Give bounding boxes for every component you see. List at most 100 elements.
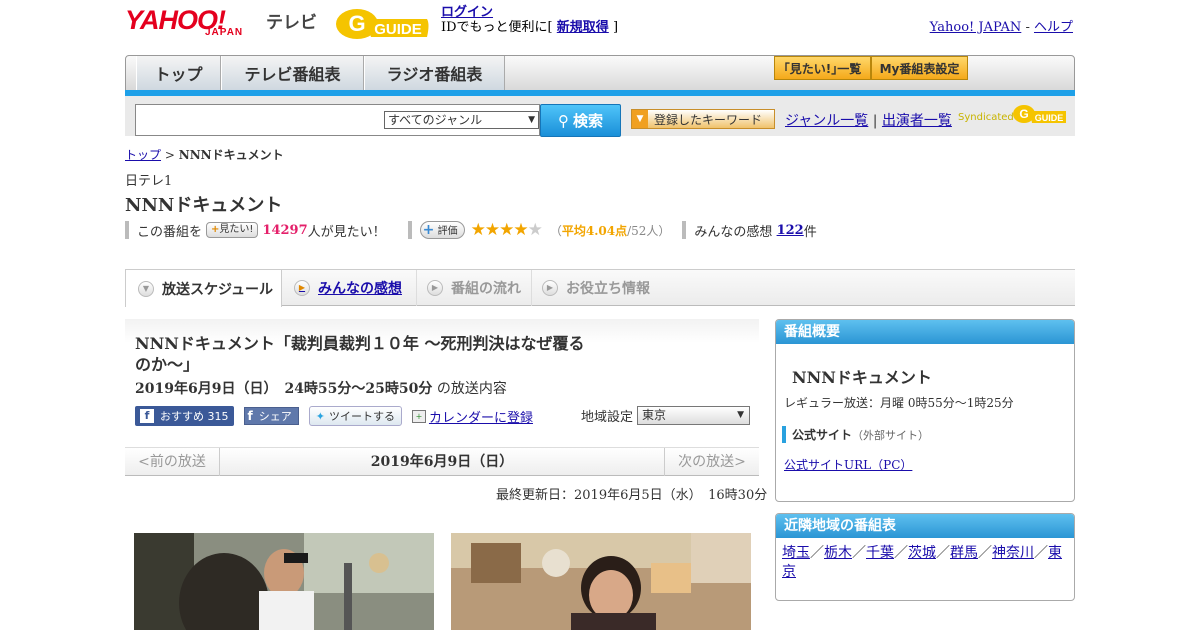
facebook-recommend-button[interactable]: f おすすめ 315 — [135, 406, 234, 426]
nearby-region-links: 埼玉／栃木／千葉／茨城／群馬／神奈川／東京 — [782, 545, 1062, 580]
tweet-label: ツイートする — [328, 410, 395, 423]
calendar-icon: + — [411, 409, 426, 423]
nav-tab-radio-schedule[interactable]: ラジオ番組表 — [364, 56, 505, 90]
registered-keyword-button[interactable]: ▼ 登録したキーワード — [631, 109, 775, 129]
tab-schedule[interactable]: ▼ 放送スケジュール — [125, 269, 282, 307]
impressions-count-link[interactable]: 122 — [777, 223, 804, 238]
main-nav: トップ テレビ番組表 ラジオ番組表 ｢見たい!｣一覧 My番組表設定 — [125, 55, 1075, 91]
overview-heading: 番組概要 — [776, 320, 1074, 344]
tv-logo-text[interactable]: テレビ — [266, 8, 317, 33]
play-icon: ▶ — [542, 280, 558, 296]
registered-keyword-label: 登録したキーワード — [654, 112, 763, 127]
nearby-region-box: 近隣地域の番組表 埼玉／栃木／千葉／茨城／群馬／神奈川／東京 — [775, 513, 1075, 601]
episode-date: 2019年6月9日（日） 24時55分～25時50分 — [135, 381, 433, 397]
impressions-unit: 件 — [803, 224, 817, 240]
twitter-bird-icon: ✦ — [315, 409, 325, 423]
star-icon: ★ — [513, 220, 528, 240]
tab-program-flow-label: 番組の流れ — [451, 281, 521, 297]
star-icon: ★ — [499, 220, 514, 240]
mitai-list-button[interactable]: ｢見たい!｣一覧 — [774, 56, 871, 80]
login-text: IDでもっと便利に[ — [441, 20, 553, 35]
divider — [407, 221, 412, 239]
page-title: NNNドキュメント — [125, 195, 283, 216]
nearby-heading: 近隣地域の番組表 — [776, 514, 1074, 538]
nav-tab-tv-schedule[interactable]: テレビ番組表 — [221, 56, 364, 90]
program-subtabs: ▼ 放送スケジュール ▶ みんなの感想 ▶ 番組の流れ ▶ お役立ち情報 — [125, 269, 1075, 307]
region-link[interactable]: 埼玉 — [782, 545, 810, 561]
region-select-value: 東京 — [642, 408, 667, 422]
yahoo-japan-logo-text: JAPAN — [205, 27, 244, 38]
calendar-register-link[interactable]: カレンダーに登録 — [429, 407, 533, 426]
channel-name: 日テレ1 — [125, 174, 173, 189]
eval-button-label: 評価 — [437, 226, 458, 237]
region-link[interactable]: 群馬 — [950, 545, 978, 561]
genre-list-link[interactable]: ジャンル一覧 — [785, 113, 868, 129]
region-label: 地域設定 — [581, 410, 634, 425]
star-empty-icon: ★ — [527, 220, 543, 240]
mitai-prefix: この番組を — [137, 224, 203, 240]
pager-date: 2019年6月9日（日） — [370, 454, 514, 470]
svg-text:G: G — [1019, 107, 1028, 121]
breadcrumb: トップ > NNNドキュメント — [125, 146, 284, 163]
gguide-logo: G GUIDE — [335, 7, 431, 41]
yahoo-japan-link[interactable]: Yahoo! JAPAN — [930, 20, 1022, 35]
tab-program-flow[interactable]: ▶ 番組の流れ — [417, 270, 532, 306]
facebook-share-button[interactable]: f シェア — [243, 407, 299, 425]
nav-tab-top[interactable]: トップ — [136, 56, 221, 90]
average-score: 平均4.04点 — [561, 223, 628, 238]
mitai-button[interactable]: +見たい! — [206, 222, 259, 238]
tab-useful-info[interactable]: ▶ お役立ち情報 — [532, 270, 662, 306]
facebook-recommend-label: おすすめ — [160, 410, 204, 423]
link-dash: - — [1025, 20, 1030, 35]
region-link[interactable]: 千葉 — [866, 545, 894, 561]
genre-links: ジャンル一覧 | 出演者一覧 — [785, 110, 952, 130]
official-site-link[interactable]: 公式サイトURL（PC） — [784, 456, 912, 473]
performer-list-link[interactable]: 出演者一覧 — [882, 113, 952, 129]
prev-broadcast-button[interactable]: <前の放送 — [125, 448, 220, 476]
share-label: シェア — [258, 410, 292, 423]
external-site-note: （外部サイト） — [852, 429, 930, 442]
triangle-down-icon: ▼ — [632, 110, 648, 128]
official-site-label: 公式サイト — [792, 428, 853, 442]
tab-impressions-label: みんなの感想 — [318, 281, 402, 297]
divider — [125, 221, 129, 239]
program-overview-box: 番組概要 NNNドキュメント レギュラー放送：月曜 0時55分～1時25分 公式… — [775, 319, 1075, 502]
eval-button[interactable]: + 評価 — [419, 221, 465, 239]
search-button[interactable]: ⚲ 検索 — [540, 104, 621, 137]
divider — [682, 221, 687, 239]
star-icon: ★ — [470, 220, 486, 240]
calendar-register[interactable]: + カレンダーに登録 — [411, 407, 533, 426]
play-icon: ▶ — [427, 280, 443, 296]
region-setting: 地域設定 東京 ▼ — [581, 406, 751, 425]
play-icon: ▶ — [294, 280, 310, 296]
signup-link[interactable]: 新規取得 — [557, 20, 609, 35]
region-select[interactable]: 東京 ▼ — [637, 406, 751, 425]
mitai-suffix: 人が見たい！ — [307, 224, 386, 240]
genre-select[interactable]: すべてのジャンル ▼ — [384, 111, 539, 129]
impressions-label: みんなの感想 — [694, 224, 773, 240]
help-link[interactable]: ヘルプ — [1034, 20, 1073, 35]
plus-icon: + — [422, 222, 435, 238]
program-stats: この番組を +見たい! 14297 人が見たい！ + 評価 ★★★★★ （平均4… — [125, 220, 817, 240]
breadcrumb-separator: > — [164, 148, 175, 162]
my-schedule-button[interactable]: My番組表設定 — [871, 56, 968, 80]
episode-title: NNNドキュメント「裁判員裁判１０年 ～死刑判決はなぜ覆るのか～」 — [135, 334, 585, 374]
login-link[interactable]: ログイン — [441, 5, 493, 20]
svg-text:G: G — [348, 11, 365, 36]
overview-program-name: NNNドキュメント — [792, 368, 932, 387]
signup-close-bracket: ] — [612, 20, 619, 35]
rating-stars: ★★★★★ — [470, 220, 543, 240]
breadcrumb-top-link[interactable]: トップ — [125, 148, 161, 162]
svg-text:GUIDE: GUIDE — [1035, 113, 1064, 123]
tweet-button[interactable]: ✦ ツイートする — [308, 406, 402, 426]
tab-impressions[interactable]: ▶ みんなの感想 — [282, 270, 417, 306]
facebook-count: 315 — [207, 409, 229, 423]
chevron-down-icon: ▼ — [138, 280, 154, 297]
search-icon: ⚲ — [557, 111, 569, 130]
episode-photo-1 — [134, 533, 434, 630]
next-broadcast-button[interactable]: 次の放送> — [664, 448, 759, 476]
region-link[interactable]: 栃木 — [824, 545, 852, 561]
region-link[interactable]: 茨城 — [908, 545, 936, 561]
search-button-label: 検索 — [572, 112, 603, 130]
region-link[interactable]: 神奈川 — [992, 545, 1034, 561]
